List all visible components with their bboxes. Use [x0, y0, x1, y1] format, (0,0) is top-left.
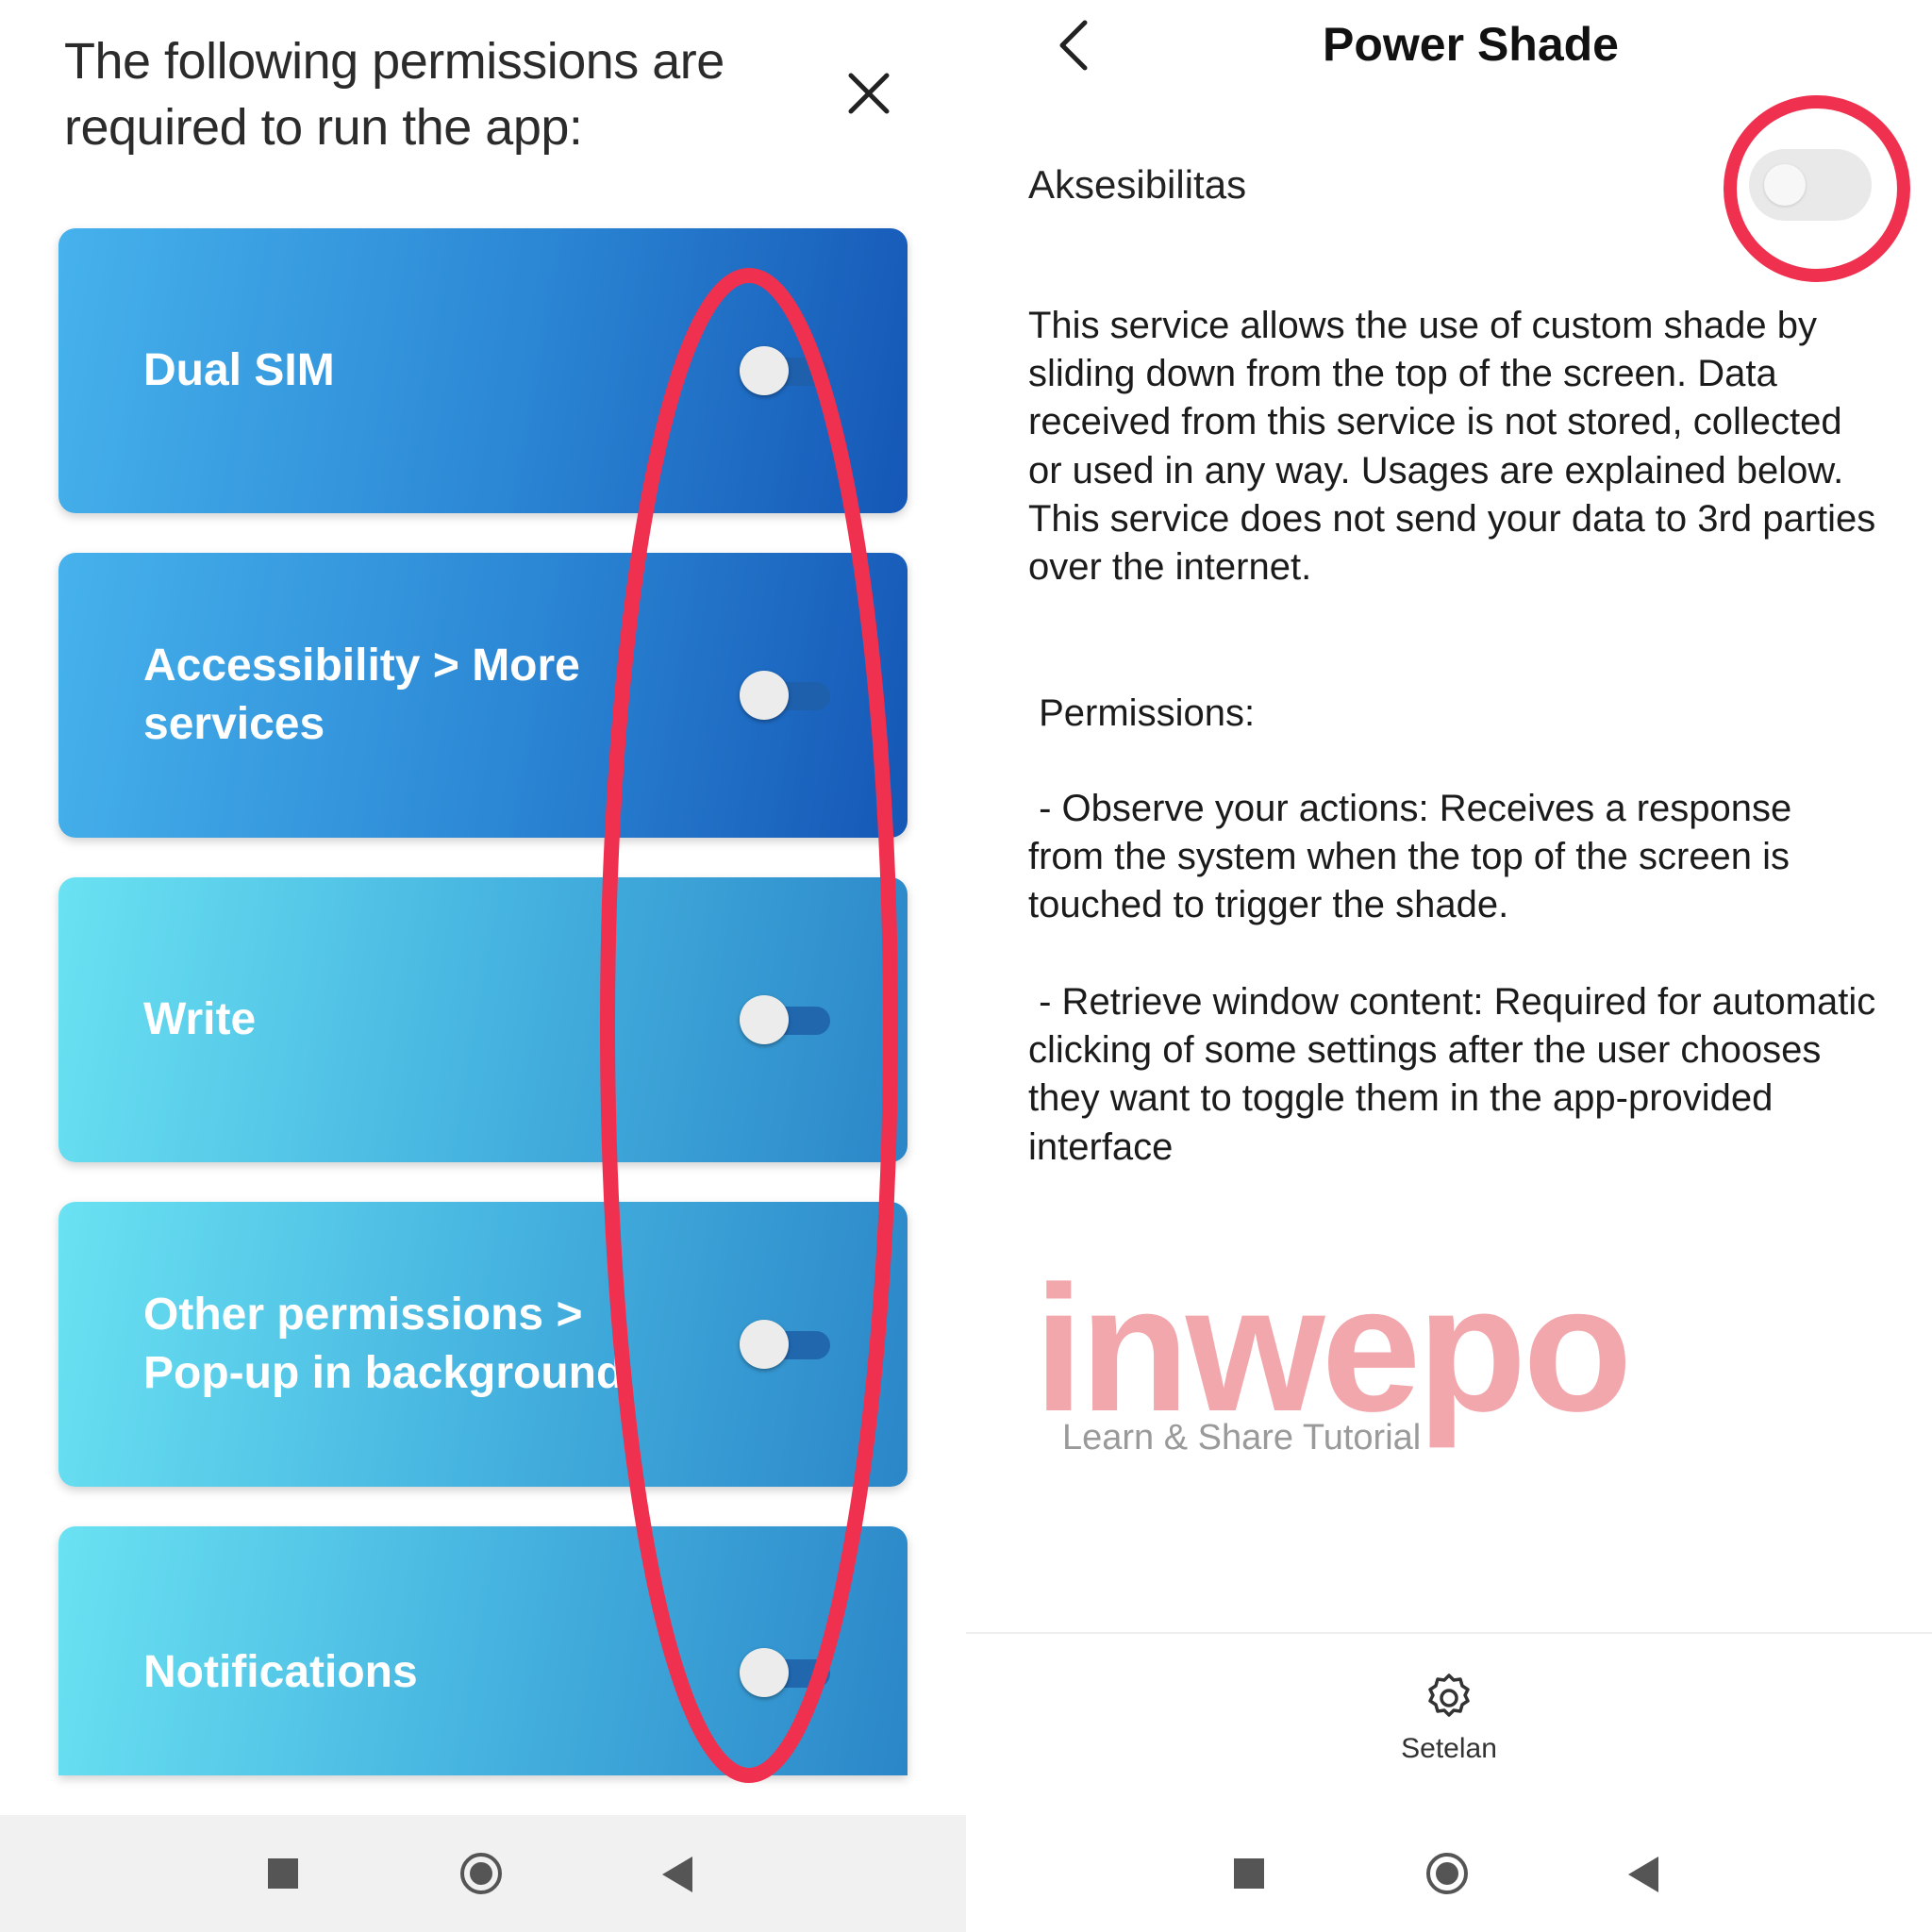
system-nav-bar: [0, 1815, 966, 1932]
watermark-logo: inwepo Learn & Share Tutorial: [1034, 1255, 1713, 1481]
settings-nav-label[interactable]: Setelan: [1355, 1730, 1543, 1768]
permission-label: Accessibility > More services: [143, 641, 580, 749]
permission-label: Notifications: [143, 1647, 418, 1697]
close-icon[interactable]: [845, 70, 892, 117]
toggle-knob: [740, 671, 789, 720]
permission-label: Other permissions > Pop-up in background: [143, 1290, 625, 1398]
watermark-tagline: Learn & Share Tutorial: [1062, 1418, 1422, 1457]
home-circle-icon[interactable]: [460, 1853, 502, 1894]
page-title: Power Shade: [1323, 18, 1619, 71]
back-triangle-icon[interactable]: [662, 1857, 692, 1892]
power-shade-panel: Power Shade Aksesibilitas This service a…: [966, 0, 1932, 1932]
accessibility-switch[interactable]: [1749, 149, 1872, 221]
permission-card-accessibility[interactable]: Accessibility > More services: [58, 553, 908, 838]
system-nav-bar: [966, 1815, 1932, 1932]
toggle-knob: [740, 346, 789, 395]
home-circle-icon[interactable]: [1426, 1853, 1468, 1894]
toggle-knob: [740, 1648, 789, 1697]
dual-sim-toggle[interactable]: [719, 346, 860, 395]
watermark-word: inwepo: [1034, 1249, 1632, 1449]
bottom-divider: [966, 1632, 1932, 1634]
notifications-toggle[interactable]: [719, 1648, 860, 1697]
accessibility-setting-label: Aksesibilitas: [1028, 162, 1247, 207]
service-description: This service allows the use of custom sh…: [1028, 305, 1887, 589]
permission-card-popup-background[interactable]: Other permissions > Pop-up in background: [58, 1202, 908, 1487]
gear-icon[interactable]: [1423, 1672, 1475, 1724]
permission-card-dual-sim[interactable]: Dual SIM: [58, 228, 908, 513]
recents-square-icon[interactable]: [1234, 1858, 1264, 1889]
switch-knob: [1764, 164, 1806, 206]
back-triangle-icon[interactable]: [1628, 1857, 1658, 1892]
accessibility-toggle[interactable]: [719, 671, 860, 720]
home-circle-inner: [1436, 1862, 1458, 1885]
chevron-left-icon[interactable]: [1051, 17, 1098, 74]
toggle-knob: [740, 1320, 789, 1369]
permission-observe-actions: - Observe your actions: Receives a respo…: [1028, 788, 1803, 926]
recents-square-icon[interactable]: [268, 1858, 298, 1889]
permission-label: Write: [143, 994, 257, 1044]
permission-card-write[interactable]: Write: [58, 877, 908, 1162]
permission-label: Dual SIM: [143, 345, 335, 395]
write-toggle[interactable]: [719, 995, 860, 1044]
permission-card-notifications[interactable]: Notifications: [58, 1526, 908, 1775]
permissions-panel: The following permissions are required t…: [0, 0, 966, 1932]
permissions-heading: Permissions:: [1028, 692, 1256, 734]
home-circle-inner: [470, 1862, 492, 1885]
popup-background-toggle[interactable]: [719, 1320, 860, 1369]
permission-retrieve-content: - Retrieve window content: Required for …: [1028, 981, 1887, 1168]
permissions-title: The following permissions are required t…: [64, 33, 724, 156]
toggle-knob: [740, 995, 789, 1044]
